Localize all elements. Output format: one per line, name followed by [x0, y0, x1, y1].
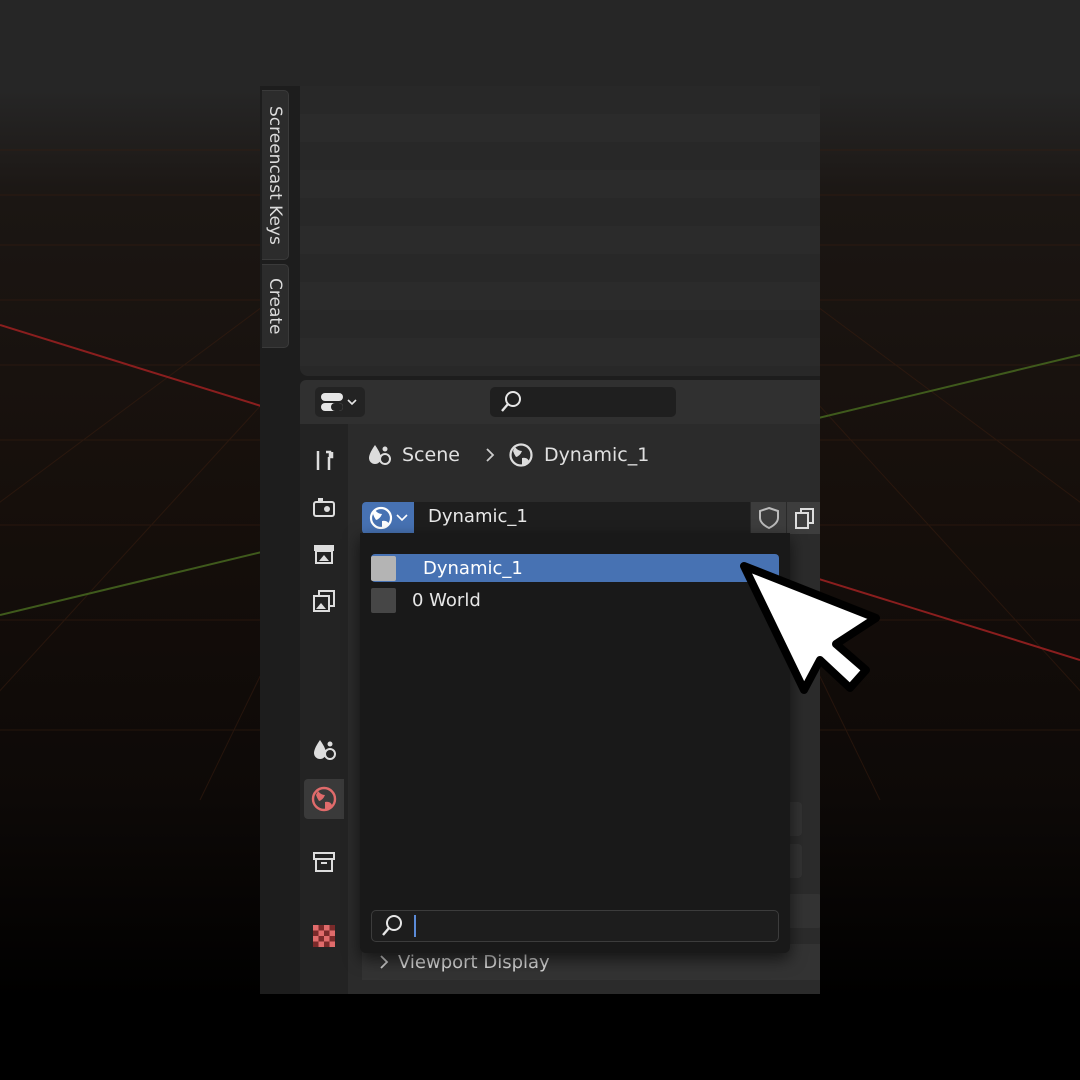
- tab-texture[interactable]: [304, 916, 344, 956]
- tab-label: Screencast Keys: [265, 105, 285, 245]
- fake-user-button[interactable]: [750, 502, 786, 534]
- tab-world[interactable]: [304, 779, 344, 819]
- sidebar-tabs: Screencast Keys Create: [260, 86, 298, 994]
- world-icon: [369, 506, 393, 530]
- panel-title: Viewport Display: [398, 951, 550, 973]
- text-caret: [414, 915, 416, 937]
- output-icon: [314, 545, 334, 564]
- scene-icon: [314, 740, 336, 760]
- breadcrumb-world[interactable]: Dynamic_1: [544, 444, 649, 466]
- property-tabs: [300, 424, 348, 994]
- search-input[interactable]: [371, 910, 779, 942]
- mouse-pointer-icon: [740, 562, 880, 694]
- tab-collection[interactable]: [304, 842, 344, 882]
- properties-search[interactable]: [490, 387, 676, 417]
- render-icon: [313, 498, 335, 517]
- breadcrumb-scene[interactable]: Scene: [402, 444, 460, 466]
- chevron-down-icon: [396, 514, 408, 522]
- new-world-button[interactable]: [786, 502, 820, 534]
- properties-header: [300, 380, 820, 424]
- tab-view-layer[interactable]: [304, 581, 344, 621]
- tab-scene[interactable]: [304, 730, 344, 770]
- list-item-label: 0 World: [412, 589, 481, 611]
- tab-screencast-keys[interactable]: Screencast Keys: [262, 90, 289, 260]
- tool-icon: [316, 450, 334, 470]
- list-item[interactable]: 0 World: [371, 586, 779, 614]
- world-preview-thumbnail: [371, 555, 396, 581]
- duplicate-icon: [794, 508, 814, 529]
- tab-create[interactable]: Create: [262, 264, 289, 348]
- outliner-area: [300, 86, 820, 376]
- texture-icon: [313, 925, 335, 947]
- tab-render[interactable]: [304, 487, 344, 527]
- list-item-label: Dynamic_1: [423, 557, 523, 579]
- collection-icon: [313, 852, 335, 872]
- editor-type-button[interactable]: [315, 387, 365, 417]
- shield-icon: [758, 506, 779, 530]
- search-icon: [382, 915, 402, 936]
- world-browse-dropdown: Dynamic_1 0 World: [360, 533, 790, 953]
- world-icon: [311, 786, 337, 812]
- world-icon: [509, 443, 533, 467]
- world-name[interactable]: Dynamic_1: [428, 506, 528, 527]
- chevron-right-icon: [380, 955, 389, 969]
- scene-icon: [369, 445, 391, 465]
- world-id-field: Dynamic_1: [362, 502, 820, 534]
- world-preview-thumbnail: [371, 587, 396, 613]
- chevron-right-icon: [486, 448, 495, 462]
- search-icon: [501, 391, 521, 412]
- tab-tool[interactable]: [304, 440, 344, 480]
- tab-label: Create: [265, 277, 285, 335]
- breadcrumb: Scene Dynamic_1: [366, 442, 649, 468]
- editor-type-icon: [321, 393, 357, 411]
- browse-world-button[interactable]: [362, 502, 414, 534]
- list-item[interactable]: Dynamic_1: [371, 554, 779, 582]
- view-layer-icon: [313, 590, 335, 612]
- tab-output[interactable]: [304, 534, 344, 574]
